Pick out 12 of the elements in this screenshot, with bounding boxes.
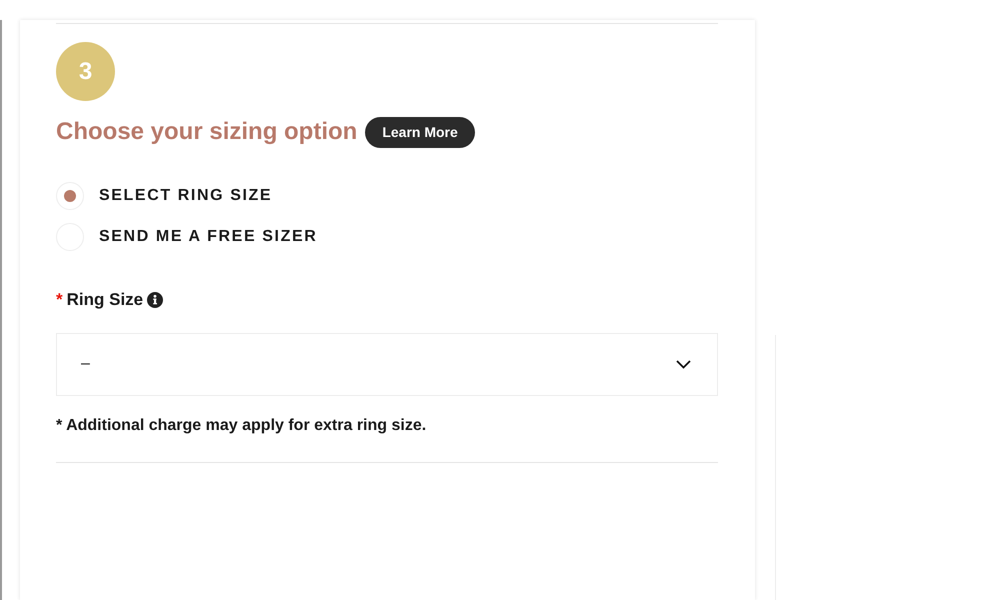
field-label: Ring Size (66, 289, 144, 311)
section-heading: Choose your sizing option (56, 118, 358, 147)
option-label[interactable]: SELECT RING SIZE (99, 184, 272, 208)
note-text: * Additional charge may apply for extra ring size. (56, 416, 428, 436)
required-mark: * (56, 289, 63, 311)
info-icon[interactable] (147, 292, 164, 308)
step-number: 3 (56, 42, 115, 101)
ring-size-select[interactable]: – (56, 332, 718, 396)
learn-more-button[interactable]: Learn More (365, 117, 475, 148)
radio-button[interactable] (56, 182, 84, 210)
option-label[interactable]: SEND ME A FREE SIZER (99, 225, 318, 249)
chevron-down-icon (676, 360, 691, 368)
